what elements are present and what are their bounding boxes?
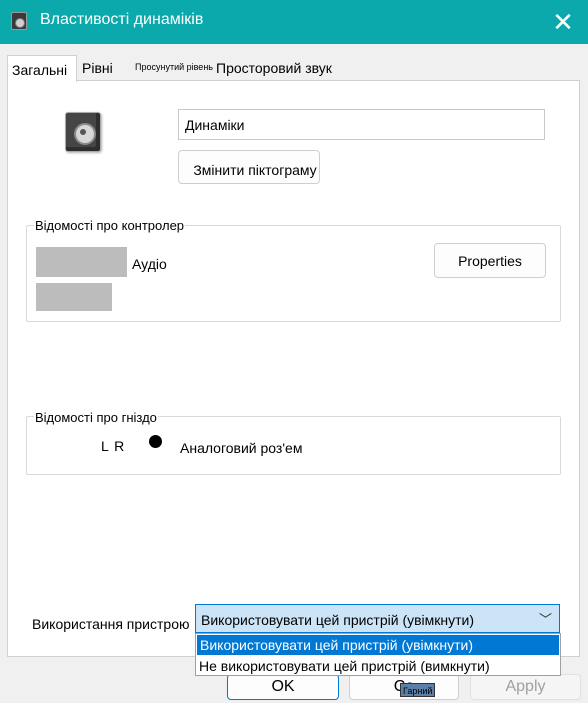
speaker-icon	[11, 12, 27, 30]
controller-info-title: Відомості про контролер	[34, 218, 186, 233]
tab-general[interactable]: Загальні	[7, 55, 77, 82]
device-name-input[interactable]	[178, 109, 545, 140]
chevron-down-icon[interactable]: ﹀	[539, 609, 552, 628]
close-icon[interactable]: ✕	[546, 8, 580, 36]
tooltip: Гарний	[400, 683, 436, 697]
title-bar: Властивості динаміків ✕	[0, 0, 588, 44]
jack-lr-label: L R	[101, 438, 126, 454]
jack-connector-label: Аналоговий роз'ем	[180, 440, 303, 456]
device-usage-dropdown: Використовувати цей пристрій (увімкнути)…	[195, 633, 561, 676]
redacted-block	[36, 283, 112, 311]
change-icon-button[interactable]: Змінити піктограму	[178, 150, 320, 184]
dropdown-option-enable[interactable]: Використовувати цей пристрій (увімкнути)	[197, 635, 559, 655]
speaker-icon	[65, 112, 101, 152]
jack-color-dot	[149, 435, 162, 448]
ok-button[interactable]: OK	[227, 674, 339, 700]
tab-levels[interactable]: Рівні	[78, 58, 113, 80]
tab-advanced[interactable]: Просунутий рівень	[131, 58, 213, 80]
device-usage-select[interactable]: Використовувати цей пристрій (увімкнути)…	[195, 604, 560, 633]
jack-info-title: Відомості про гніздо	[34, 410, 158, 425]
device-usage-selected-value: Використовувати цей пристрій (увімкнути)	[201, 612, 475, 628]
properties-button[interactable]: Properties	[434, 243, 546, 278]
apply-button[interactable]: Apply	[470, 674, 581, 700]
window-title: Властивості динаміків	[40, 11, 204, 28]
controller-audio-label: Аудіо	[132, 256, 167, 272]
tab-spatial-sound[interactable]: Просторовий звук	[212, 58, 332, 80]
device-usage-label: Використання пристрою	[32, 616, 190, 632]
redacted-block	[36, 247, 127, 277]
dropdown-option-disable[interactable]: Не використовувати цей пристрій (вимкнут…	[196, 656, 560, 676]
